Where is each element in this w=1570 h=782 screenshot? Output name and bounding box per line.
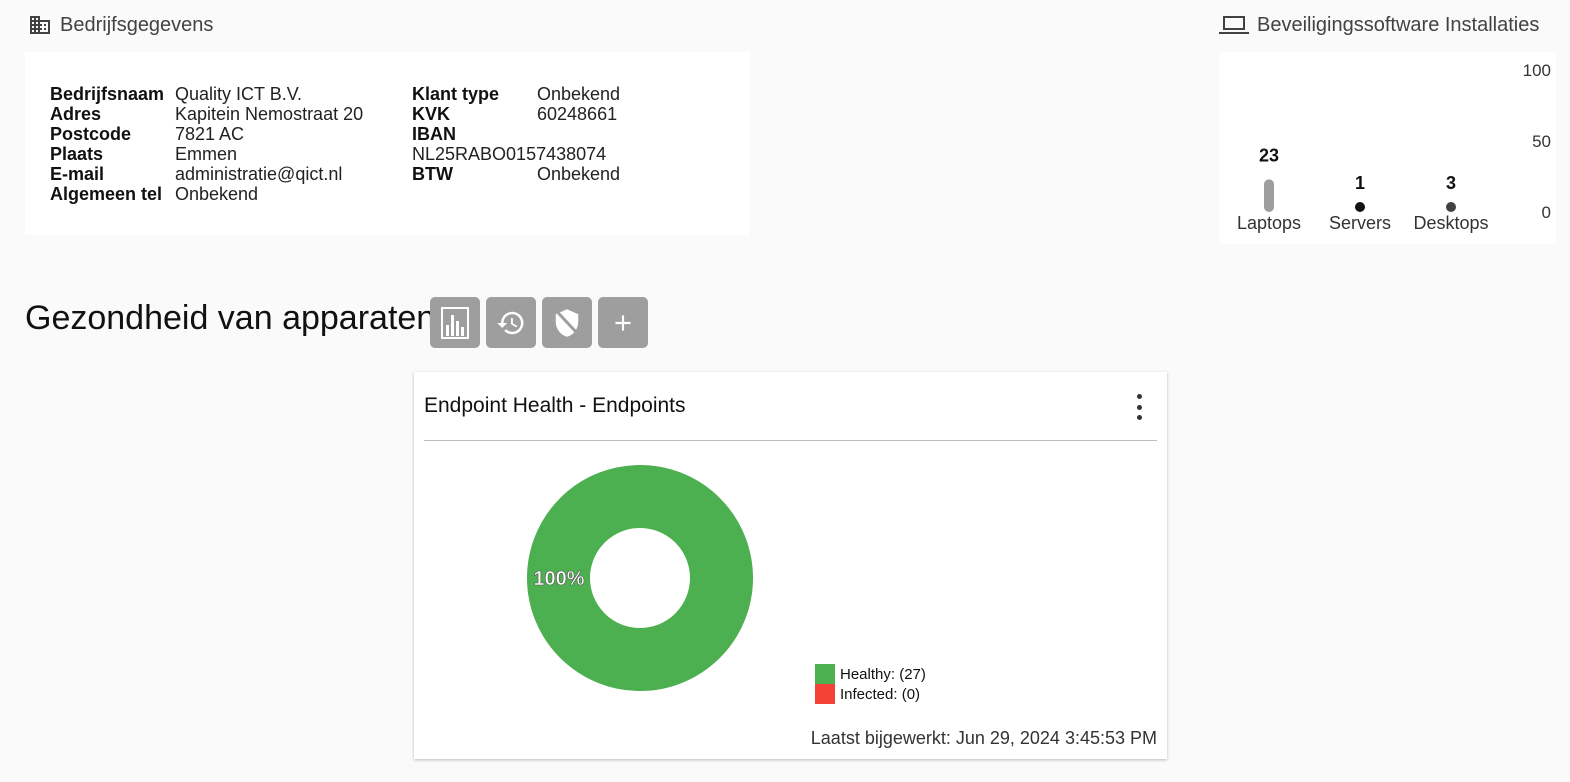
detail-value: Kapitein Nemostraat 20: [175, 104, 364, 124]
detail-value: NL25RABO0157438074: [412, 144, 607, 164]
detail-label: KVK: [412, 104, 451, 124]
donut-percent-label: 100%: [533, 568, 584, 590]
y-tick-label: 0: [1542, 203, 1551, 222]
detail-label: Adres: [50, 104, 102, 124]
building-icon: [28, 13, 52, 37]
installs-chart: 100 50 0 23 Laptops 1 Servers 3 Desktops: [1237, 61, 1551, 233]
data-label: 3: [1446, 173, 1456, 193]
health-section-title: Gezondheid van apparaten: [25, 299, 436, 337]
company-details-card: Bedrijfsnaam Quality ICT B.V. Adres Kapitei…: [25, 52, 750, 235]
last-updated-text: Laatst bijgewerkt: Jun 29, 2024 3:45:53 …: [810, 728, 1157, 748]
company-heading-text: Bedrijfsgegevens: [60, 13, 214, 36]
bar-laptops[interactable]: [1264, 179, 1274, 212]
bar-servers[interactable]: [1355, 202, 1365, 212]
detail-label: BTW: [412, 164, 453, 184]
detail-value: Emmen: [175, 144, 238, 164]
y-tick-label: 50: [1532, 132, 1551, 151]
detail-row: Klant type Onbekend: [412, 84, 620, 104]
legend-swatch: [815, 664, 835, 684]
legend-label: Healthy: (27): [840, 665, 926, 683]
company-section-heading: Bedrijfsgegevens: [28, 13, 213, 37]
data-label: 23: [1259, 145, 1279, 165]
detail-value: Onbekend: [537, 84, 621, 104]
chart-view-button[interactable]: [430, 297, 480, 348]
endpoint-health-card: Endpoint Health - Endpoints 100% Healthy…: [414, 372, 1167, 759]
company-details-right: Klant type Onbekend KVK 60248661 IBAN NL25RAB…: [412, 84, 620, 184]
legend-item[interactable]: Healthy: (27): [815, 664, 926, 684]
donut-legend: Healthy: (27) Infected: (0): [815, 664, 926, 704]
detail-value: Onbekend: [175, 184, 259, 204]
detail-label: Bedrijfsnaam: [50, 84, 165, 104]
detail-row: Bedrijfsnaam Quality ICT B.V.: [50, 84, 363, 104]
data-label: 1: [1355, 173, 1365, 193]
category-label: Laptops: [1237, 213, 1301, 233]
detail-row: IBAN: [412, 124, 620, 144]
detail-row: Algemeen tel Onbekend: [50, 184, 363, 204]
history-button[interactable]: [486, 297, 536, 348]
detail-row: BTW Onbekend: [412, 164, 620, 184]
category-label: Servers: [1329, 213, 1391, 233]
legend-item[interactable]: Infected: (0): [815, 684, 926, 704]
category-label: Desktops: [1413, 213, 1488, 233]
bar-desktops[interactable]: [1446, 202, 1456, 212]
security-off-button[interactable]: [542, 297, 592, 348]
installs-heading-text: Beveiligingssoftware Installaties: [1257, 13, 1540, 36]
detail-row: E-mail administratie@qict.nl: [50, 164, 363, 184]
detail-row: Adres Kapitein Nemostraat 20: [50, 104, 363, 124]
history-icon: [497, 311, 524, 334]
detail-label: IBAN: [412, 124, 456, 144]
detail-label: Klant type: [412, 84, 500, 104]
company-details-left: Bedrijfsnaam Quality ICT B.V. Adres Kapitei…: [50, 84, 363, 204]
detail-value: 7821 AC: [175, 124, 245, 144]
detail-label: Postcode: [50, 124, 132, 144]
detail-value: Onbekend: [537, 164, 621, 184]
detail-label: E-mail: [50, 164, 105, 184]
legend-swatch: [815, 684, 835, 704]
legend-label: Infected: (0): [840, 685, 921, 703]
detail-row: Plaats Emmen: [50, 144, 363, 164]
shield-off-icon: [555, 308, 579, 337]
detail-row: KVK 60248661: [412, 104, 620, 124]
installs-chart-card: 100 50 0 23 Laptops 1 Servers 3 Desktops: [1219, 52, 1556, 244]
y-tick-label: 100: [1523, 61, 1551, 80]
detail-row: Postcode 7821 AC: [50, 124, 363, 144]
detail-label: Algemeen tel: [50, 184, 163, 204]
laptop-icon: [1219, 13, 1249, 37]
detail-label: Plaats: [50, 144, 104, 164]
installs-section-heading: Beveiligingssoftware Installaties: [1219, 13, 1539, 37]
endpoint-health-donut-chart: 100%: [527, 465, 753, 691]
plus-icon: [615, 314, 631, 331]
add-button[interactable]: [598, 297, 648, 348]
detail-row: NL25RABO0157438074: [412, 144, 620, 164]
bar-chart-icon: [441, 306, 469, 339]
detail-value: Quality ICT B.V.: [175, 84, 303, 104]
detail-value: administratie@qict.nl: [175, 164, 343, 184]
detail-value: 60248661: [537, 104, 618, 124]
